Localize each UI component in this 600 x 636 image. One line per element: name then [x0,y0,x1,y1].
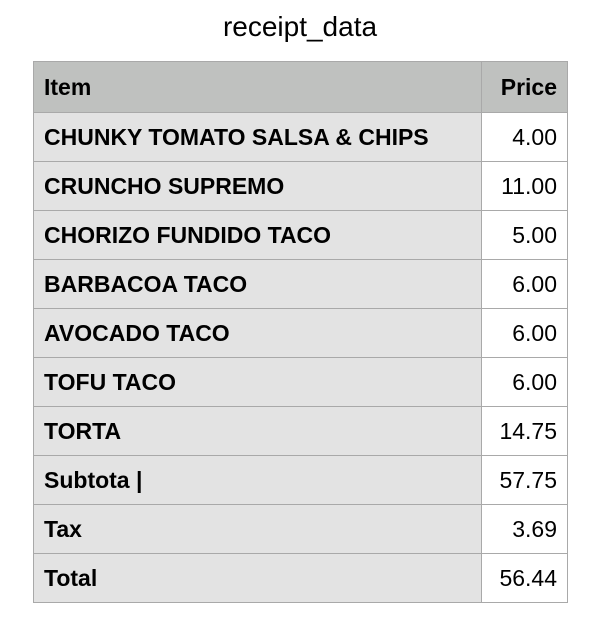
table-row: AVOCADO TACO 6.00 [33,308,568,358]
item-cell: AVOCADO TACO [33,308,482,358]
table-header-row: Item Price [33,61,568,113]
subtotal-label: Subtota | [33,455,482,505]
total-row: Total 56.44 [33,553,568,603]
table-row: TOFU TACO 6.00 [33,357,568,407]
column-header-item: Item [33,61,482,113]
item-cell: CHORIZO FUNDIDO TACO [33,210,482,260]
table-row: CHUNKY TOMATO SALSA & CHIPS 4.00 [33,112,568,162]
subtotal-value: 57.75 [481,455,568,505]
price-cell: 14.75 [481,406,568,456]
price-cell: 4.00 [481,112,568,162]
table-row: CHORIZO FUNDIDO TACO 5.00 [33,210,568,260]
price-cell: 6.00 [481,308,568,358]
total-label: Total [33,553,482,603]
table-row: TORTA 14.75 [33,406,568,456]
subtotal-row: Subtota | 57.75 [33,455,568,505]
receipt-table: Item Price CHUNKY TOMATO SALSA & CHIPS 4… [33,61,568,603]
page-title: receipt_data [222,11,378,42]
item-cell: TORTA [33,406,482,456]
table-row: CRUNCHO SUPREMO 11.00 [33,161,568,211]
tax-label: Tax [33,504,482,554]
price-cell: 11.00 [481,161,568,211]
tax-row: Tax 3.69 [33,504,568,554]
total-value: 56.44 [481,553,568,603]
item-cell: CHUNKY TOMATO SALSA & CHIPS [33,112,482,162]
column-header-price: Price [481,61,568,113]
tax-value: 3.69 [481,504,568,554]
item-cell: CRUNCHO SUPREMO [33,161,482,211]
table-row: BARBACOA TACO 6.00 [33,259,568,309]
price-cell: 6.00 [481,259,568,309]
item-cell: BARBACOA TACO [33,259,482,309]
price-cell: 5.00 [481,210,568,260]
price-cell: 6.00 [481,357,568,407]
item-cell: TOFU TACO [33,357,482,407]
